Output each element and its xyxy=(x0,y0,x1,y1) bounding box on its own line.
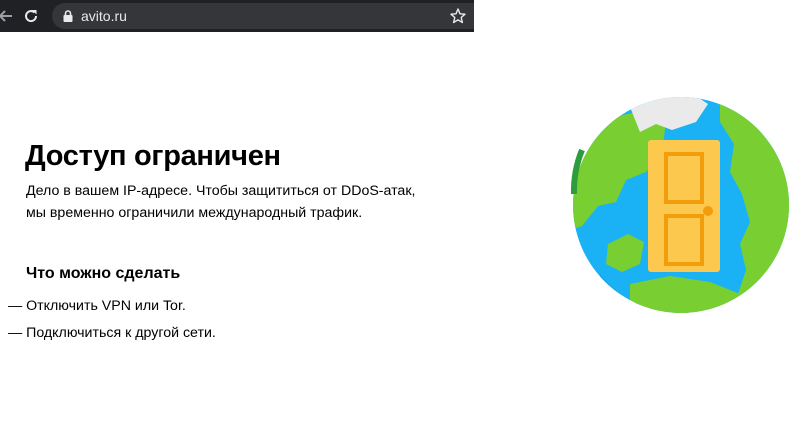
url-text[interactable]: avito.ru xyxy=(81,7,127,25)
globe-with-door-icon xyxy=(570,94,792,316)
page-title: Доступ ограничен xyxy=(25,140,281,172)
description-line: Дело в вашем IP-адресе. Чтобы защититься… xyxy=(26,183,416,199)
actions-list: — Отключить VPN или Tor. — Подключиться … xyxy=(8,296,216,350)
actions-heading: Что можно сделать xyxy=(26,265,181,282)
reload-icon[interactable] xyxy=(21,6,41,26)
arrow-back-icon[interactable] xyxy=(0,6,16,26)
address-bar[interactable]: avito.ru xyxy=(52,3,474,29)
lock-icon[interactable] xyxy=(61,9,75,23)
description-line: мы временно ограничили международный тра… xyxy=(26,205,363,221)
description: Дело в вашем IP-адресе. Чтобы защититься… xyxy=(26,180,446,224)
star-icon[interactable] xyxy=(449,7,467,25)
action-change-network: — Подключиться к другой сети. xyxy=(8,325,216,341)
action-disable-vpn: — Отключить VPN или Tor. xyxy=(8,298,186,314)
browser-toolbar: avito.ru xyxy=(0,0,474,32)
